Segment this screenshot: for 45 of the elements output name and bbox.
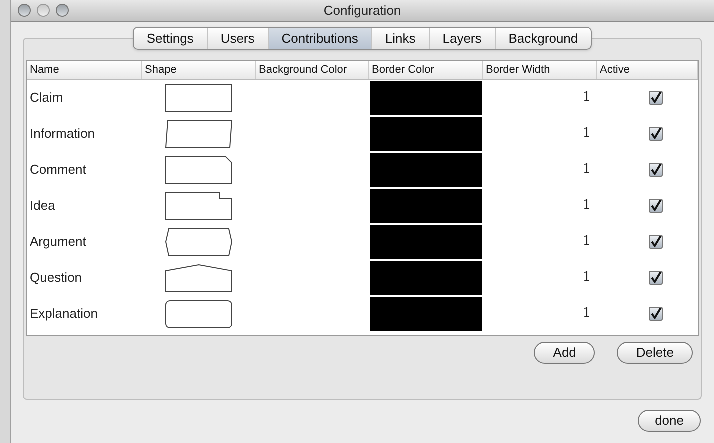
tab[interactable]: Links	[371, 28, 429, 49]
table-cell-text: 1	[582, 161, 591, 180]
checkbox[interactable]	[649, 127, 663, 141]
zoom-button[interactable]	[56, 4, 69, 17]
checkmark-icon	[650, 308, 662, 320]
table-cell-text: Idea	[30, 197, 56, 216]
table-cell-text: 1	[582, 233, 591, 252]
checkbox[interactable]	[649, 163, 663, 177]
table-cell-text: Information	[30, 125, 96, 144]
table-action-button[interactable]: Delete	[617, 342, 693, 364]
tab[interactable]: Layers	[428, 28, 495, 49]
window-title: Configuration	[324, 2, 402, 20]
table-action-button[interactable]: Add	[534, 342, 596, 364]
column-header[interactable]: Name	[27, 61, 142, 79]
checkbox[interactable]	[649, 199, 663, 213]
column-header[interactable]: Shape	[142, 61, 256, 79]
column-header[interactable]: Background Color	[256, 61, 369, 79]
table-cell-text: 1	[582, 125, 591, 144]
table-cell-text: 1	[582, 305, 591, 324]
table-cell-text: 1	[582, 269, 591, 288]
column-header[interactable]: Border Width	[483, 61, 597, 79]
checkbox[interactable]	[649, 271, 663, 285]
column-header[interactable]: Active	[597, 61, 698, 79]
tab[interactable]: Contributions	[268, 28, 372, 49]
close-button[interactable]	[18, 4, 31, 17]
table-cell-text: Argument	[30, 233, 86, 252]
checkmark-icon	[650, 92, 662, 104]
table-cell-text: Question	[30, 269, 82, 288]
checkmark-icon	[650, 272, 662, 284]
checkmark-icon	[650, 128, 662, 140]
checkbox[interactable]	[649, 91, 663, 105]
table-cell-text: 1	[582, 89, 591, 108]
table-cell-text: 1	[582, 197, 591, 216]
table-cell-text: Explanation	[30, 305, 98, 324]
checkmark-icon	[650, 200, 662, 212]
tab[interactable]: Background	[494, 28, 592, 49]
checkbox[interactable]	[649, 307, 663, 321]
table-cell-text: Claim	[30, 89, 64, 108]
column-header[interactable]: Border Color	[369, 61, 483, 79]
checkmark-icon	[650, 164, 662, 176]
checkmark-icon	[650, 236, 662, 248]
done-button[interactable]: done	[638, 410, 701, 432]
checkbox[interactable]	[649, 235, 663, 249]
table-cell-text: Comment	[30, 161, 86, 180]
tab[interactable]: Settings	[134, 28, 207, 49]
